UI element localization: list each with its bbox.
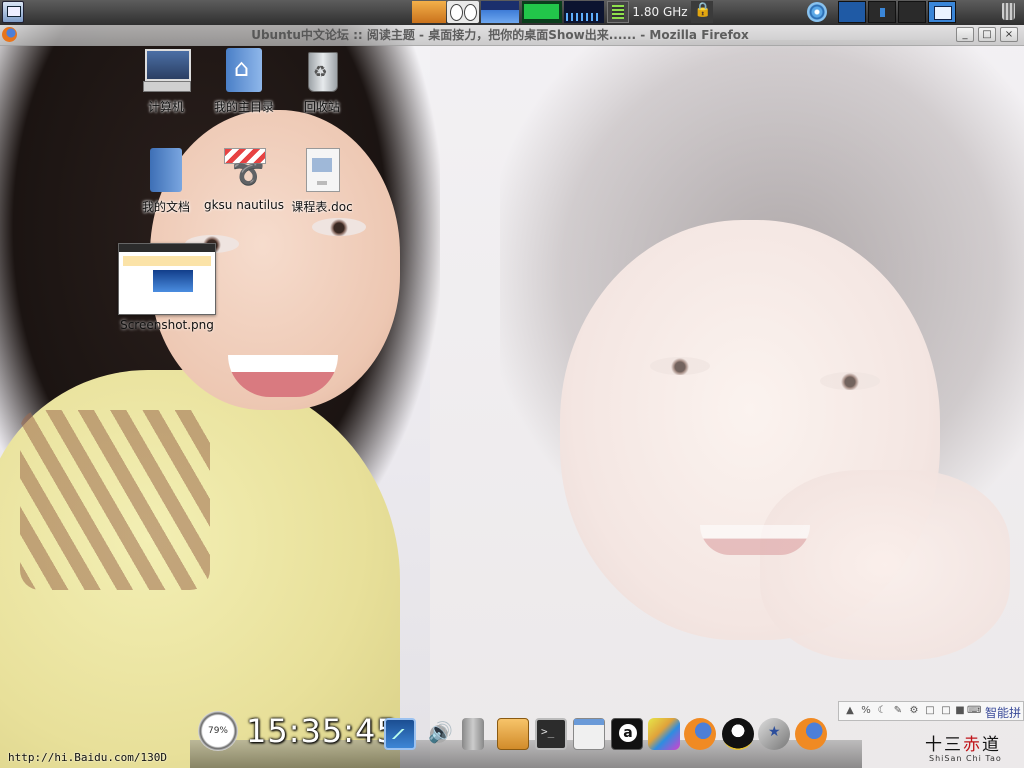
home-folder-icon (220, 46, 268, 94)
qq-icon[interactable] (722, 718, 754, 750)
tool-icon[interactable]: ⚙ (907, 704, 921, 718)
wallpaper-shirt-print (20, 410, 210, 590)
main-menu-icon[interactable] (2, 1, 24, 23)
desktop-icon-home[interactable]: 我的主目录 (201, 46, 287, 115)
network-status-icon[interactable] (806, 1, 830, 23)
window-title: Ubuntu中文论坛 :: 阅读主题 - 桌面接力，把你的桌面Show出来...… (251, 28, 749, 42)
wallpaper-eye (650, 357, 710, 375)
package-manager-icon[interactable] (497, 718, 529, 750)
logo: 十三赤道 ShiSan Chi Tao (925, 730, 1021, 768)
input-method-bar[interactable]: ▲ % ☾ ✎ ⚙ □ □ ■ ⌨ 智能拼 (838, 701, 1024, 721)
cpu-frequency-label[interactable]: 1.80 GHz (630, 1, 690, 23)
wallpaper-smile (700, 525, 810, 555)
desktop-icon-label: 我的主目录 (213, 100, 274, 114)
desktop-icon-label: 我的文档 (141, 200, 190, 214)
simplified-icon[interactable]: □ (939, 704, 953, 718)
workspace-4[interactable] (928, 1, 956, 23)
desktop-wallpaper (0, 0, 1024, 768)
desktop-icon-label[interactable]: Screenshot.png (104, 318, 230, 332)
traditional-icon[interactable]: □ (923, 704, 937, 718)
geyes-applet-icon[interactable] (447, 1, 479, 23)
screenshot-thumbnail-icon[interactable] (118, 243, 216, 315)
text-editor-icon[interactable] (573, 718, 605, 750)
connector-icon[interactable] (462, 718, 484, 750)
terminal-icon[interactable] (535, 718, 567, 750)
computer-icon (142, 46, 191, 94)
punctuation-icon[interactable]: ☾ (875, 704, 889, 718)
close-button[interactable]: × (1000, 27, 1018, 42)
workspace-1[interactable] (838, 1, 866, 23)
lock-icon[interactable]: ■ (953, 704, 967, 718)
desktop-icon-label: 回收站 (303, 100, 340, 114)
logo-text: 十三赤道 (925, 730, 1001, 755)
input-mode-label[interactable]: 智能拼 (985, 704, 1021, 721)
paint-icon[interactable] (648, 718, 680, 750)
wallpaper-eye (312, 218, 366, 236)
trash-applet-icon[interactable] (998, 1, 1020, 23)
logo-main-red: 赤 (963, 735, 982, 755)
thumbnail-titlebar (119, 244, 215, 252)
penguin-icon[interactable]: ▲ (843, 704, 857, 718)
desktop-icon-label: 课程表.doc (291, 200, 353, 214)
symbol-icon[interactable]: ✎ (891, 704, 905, 718)
desktop-icon-label: 计算机 (147, 100, 184, 114)
network-monitor-icon[interactable] (564, 1, 604, 23)
memory-monitor-icon[interactable] (522, 1, 562, 23)
documents-folder-icon (142, 146, 190, 194)
thumbnail-content (123, 256, 211, 306)
wallpaper-eye (820, 372, 880, 390)
desktop-icon-computer[interactable]: 计算机 (123, 46, 209, 115)
firefox-icon[interactable] (684, 718, 716, 750)
logo-main-black: 十三 (925, 735, 963, 755)
firefox-titlebar[interactable]: Ubuntu中文论坛 :: 阅读主题 - 桌面接力，把你的桌面Show出来...… (0, 25, 1024, 46)
top-panel: 1.80 GHz (0, 0, 1024, 25)
gksu-icon (220, 146, 268, 194)
desktop-icon-doc-file[interactable]: 课程表.doc (279, 146, 365, 215)
battery-icon[interactable] (607, 1, 629, 23)
media-player-icon[interactable] (758, 718, 790, 750)
wallpaper-right-hand (760, 470, 1010, 660)
keyboard-icon[interactable]: ⌨ (967, 704, 981, 718)
minimize-button[interactable]: _ (956, 27, 974, 42)
gauge-widget[interactable]: 79% (198, 711, 238, 751)
desktop-icon-label: gksu nautilus (203, 198, 285, 212)
desktop-icon-trash[interactable]: 回收站 (279, 46, 365, 115)
workspace-2[interactable] (868, 1, 896, 23)
desktop-icon-gksu-nautilus[interactable]: gksu nautilus (201, 146, 287, 212)
maximize-button[interactable]: □ (978, 27, 996, 42)
firefox-icon[interactable] (795, 718, 827, 750)
document-icon (298, 146, 346, 194)
fish-applet-icon[interactable] (412, 1, 446, 23)
logo-subtitle: ShiSan Chi Tao (929, 754, 1002, 763)
amarok-icon[interactable] (611, 718, 643, 750)
clock-display[interactable]: 15:35:45 (246, 712, 398, 750)
sound-icon[interactable] (426, 718, 458, 750)
cpu-monitor-icon[interactable] (481, 1, 519, 23)
mode-toggle-icon[interactable]: % (859, 704, 873, 718)
status-url: http://hi.Baidu.com/130D (8, 751, 167, 764)
system-monitor-icon[interactable] (384, 718, 416, 750)
logo-main-black2: 道 (982, 735, 1001, 755)
trash-icon (298, 46, 346, 94)
lock-icon[interactable] (691, 1, 713, 23)
desktop-icon-documents[interactable]: 我的文档 (123, 146, 209, 215)
workspace-3[interactable] (898, 1, 926, 23)
gauge-percent: 79% (207, 726, 228, 736)
